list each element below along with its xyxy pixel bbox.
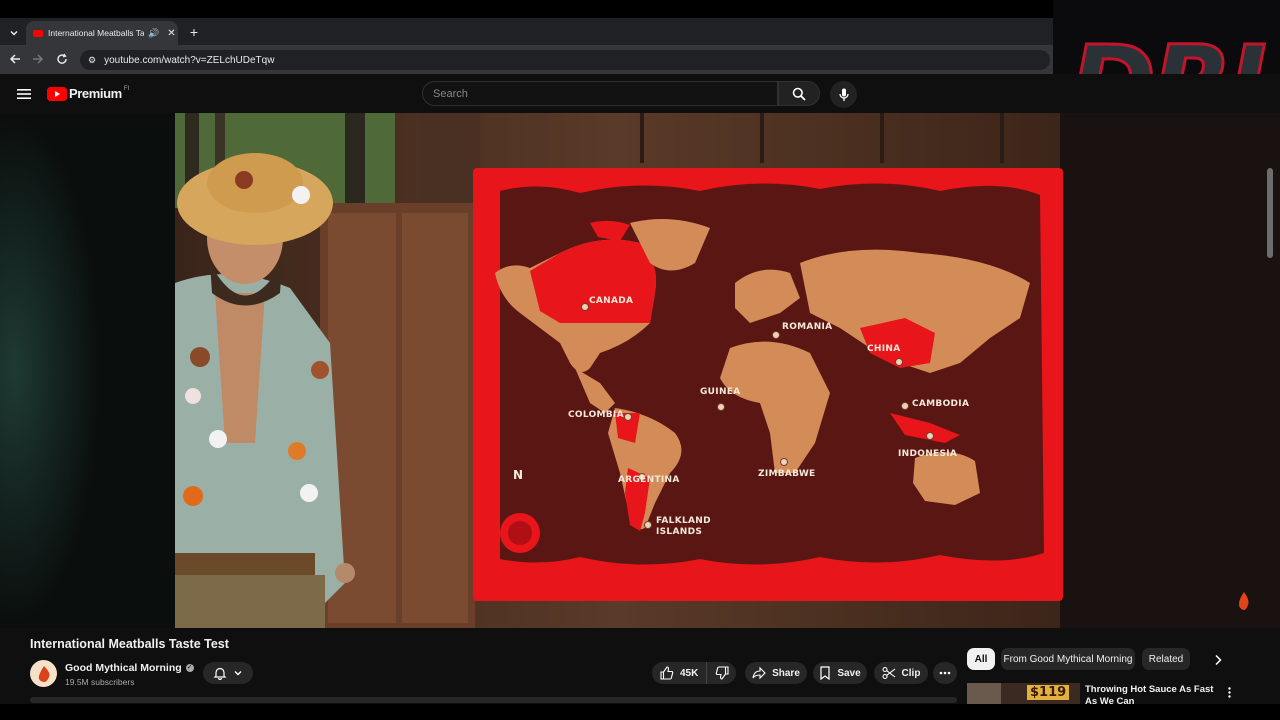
map-label-colombia: COLOMBIA [568, 410, 624, 420]
url-text: youtube.com/watch?v=ZELchUDeTqw [104, 54, 275, 66]
map-pin [926, 432, 934, 440]
map-label-china: CHINA [867, 344, 901, 354]
map-label-falkland: FALKLAND [656, 516, 711, 526]
logo-country: FI [123, 85, 130, 92]
map-pin [624, 413, 632, 421]
chip-all[interactable]: All [967, 648, 995, 670]
map-label-zimbabwe: ZIMBABWE [758, 469, 816, 479]
page-scrollbar-thumb[interactable] [1267, 168, 1273, 258]
map-label-argentina: ARGENTINA [618, 475, 680, 485]
youtube-logo-icon [47, 86, 67, 101]
bookmark-icon [820, 666, 830, 680]
map-label-romania: ROMANIA [782, 322, 833, 332]
video-player[interactable]: CANADA ROMANIA CHINA GUINEA COLOMBIA CAM… [0, 113, 1280, 628]
clip-label: Clip [901, 667, 921, 679]
map-pin [780, 458, 788, 466]
tab-list-chevron-icon[interactable] [6, 25, 22, 41]
thumbs-up-icon [660, 666, 674, 680]
browser-tab[interactable]: International Meatballs Taste Test 🔊 ✕ [26, 21, 178, 45]
rec-video-menu-icon[interactable] [1224, 685, 1234, 699]
map-pin [772, 331, 780, 339]
video-frame [0, 113, 1280, 628]
scissors-icon [881, 666, 895, 680]
search-button[interactable] [778, 81, 820, 106]
compass-north-label: N [513, 468, 524, 482]
map-pin [895, 358, 903, 366]
save-button[interactable]: Save [813, 662, 867, 684]
youtube-premium-logo[interactable]: Premium FI [47, 86, 129, 101]
map-pin [644, 521, 652, 529]
map-pin [581, 303, 589, 311]
share-label: Share [772, 667, 800, 679]
clip-button[interactable]: Clip [874, 662, 928, 684]
search-input[interactable]: Search [422, 81, 778, 106]
forward-arrow-icon[interactable] [31, 52, 45, 66]
map-label-canada: CANADA [589, 296, 634, 306]
more-actions-button[interactable] [933, 662, 957, 684]
youtube-favicon-icon [33, 29, 43, 37]
description-box-edge [30, 697, 957, 703]
channel-watermark-icon[interactable] [1236, 591, 1252, 611]
menu-icon[interactable] [16, 86, 32, 102]
address-bar[interactable]: ⚙ youtube.com/watch?v=ZELchUDeTqw [80, 50, 1050, 70]
more-dots-icon [939, 671, 951, 675]
share-icon [752, 666, 766, 680]
bell-icon [213, 667, 227, 680]
like-button[interactable]: 45K [652, 662, 706, 684]
map-label-islands: ISLANDS [656, 527, 703, 537]
channel-name-row[interactable]: Good Mythical Morning ✓ [65, 662, 194, 674]
subscriber-count: 19.5M subscribers [65, 677, 135, 687]
chip-related[interactable]: Related [1142, 648, 1190, 670]
chevron-right-icon [1215, 654, 1222, 666]
rec-thumbnail-price: $119 [1027, 685, 1070, 700]
chip-from-channel[interactable]: From Good Mythical Morning [1001, 648, 1135, 670]
logo-text: Premium [69, 86, 122, 101]
map-label-guinea: GUINEA [700, 387, 741, 397]
verified-check-icon: ✓ [185, 664, 194, 672]
map-label-cambodia: CAMBODIA [912, 399, 970, 409]
search-icon [792, 87, 806, 101]
like-count: 45K [680, 667, 699, 679]
back-arrow-icon[interactable] [8, 52, 22, 66]
microphone-icon [838, 88, 849, 101]
new-tab-button[interactable]: + [186, 24, 202, 40]
video-title: International Meatballs Taste Test [30, 637, 229, 651]
chevron-down-icon [234, 671, 242, 676]
bottom-cover [0, 704, 1280, 720]
map-label-indonesia: INDONESIA [898, 449, 958, 459]
channel-avatar[interactable] [30, 660, 57, 687]
site-info-icon[interactable]: ⚙ [88, 55, 96, 66]
flame-icon [38, 665, 49, 682]
share-button[interactable]: Share [745, 662, 807, 684]
channel-name[interactable]: Good Mythical Morning [65, 662, 182, 674]
audio-playing-icon[interactable]: 🔊 [148, 28, 159, 39]
map-pin [901, 402, 909, 410]
tab-close-icon[interactable]: ✕ [167, 28, 175, 39]
dislike-button[interactable] [706, 662, 736, 684]
tab-title: International Meatballs Taste Test [48, 28, 144, 38]
map-pin [717, 403, 725, 411]
voice-search-button[interactable] [830, 81, 857, 108]
chips-next-button[interactable] [1210, 652, 1226, 668]
save-label: Save [837, 667, 861, 679]
reload-icon[interactable] [55, 52, 69, 66]
notifications-button[interactable] [203, 662, 253, 684]
thumbs-down-icon [715, 666, 729, 680]
